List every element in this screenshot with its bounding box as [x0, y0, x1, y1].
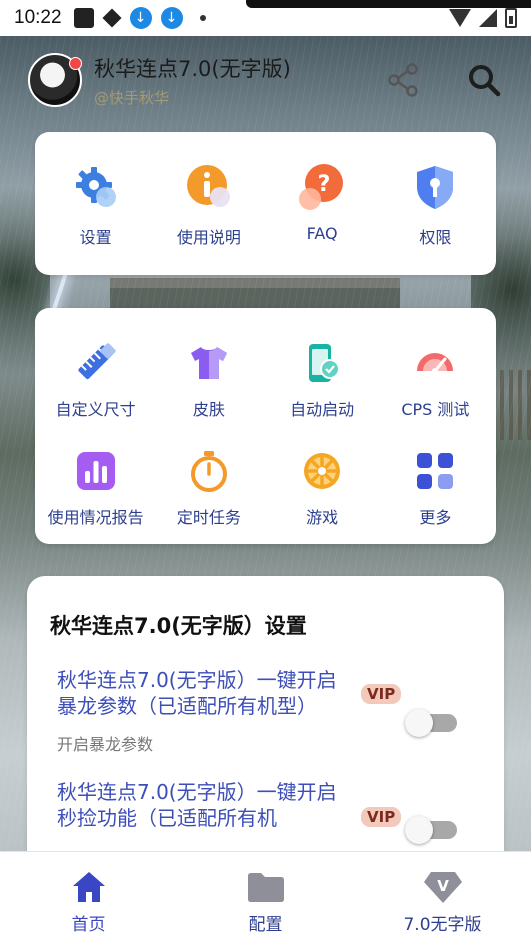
notification-dot [69, 57, 82, 70]
timer-icon [184, 446, 234, 496]
svg-text:?: ? [318, 172, 331, 197]
settings-button[interactable]: 设置 [39, 162, 152, 248]
auto-start-button[interactable]: 自动启动 [266, 338, 379, 420]
shield-icon [410, 162, 460, 212]
search-icon[interactable] [467, 63, 501, 97]
faq-icon: ? [297, 162, 347, 212]
share-icon[interactable] [387, 63, 421, 97]
home-icon [72, 872, 105, 902]
permissions-button[interactable]: 权限 [379, 162, 492, 248]
scheduled-task-button[interactable]: 定时任务 [152, 446, 265, 528]
skin-label: 皮肤 [192, 400, 225, 419]
game-button[interactable]: 游戏 [266, 446, 379, 528]
folder-icon [247, 873, 284, 902]
option-description: 开启暴龙参数 [57, 735, 154, 754]
vip-badge: VIP [361, 684, 402, 704]
wifi-icon [449, 9, 471, 27]
tools-card: 自定义尺寸 皮肤 自动启动 CPS 测试 使用情况报告 定时任务 游戏 更多 [35, 308, 496, 544]
cps-test-button[interactable]: CPS 测试 [379, 338, 492, 420]
settings-label: 设置 [79, 228, 112, 247]
app-title: 秋华连点7.0(无字版) [94, 56, 291, 81]
nav-vip-label: 7.0无字版 [403, 915, 482, 935]
permissions-label: 权限 [419, 228, 452, 247]
avatar[interactable] [28, 53, 82, 107]
scheduled-task-label: 定时任务 [176, 508, 241, 527]
quick-actions-card: 设置 使用说明 ? FAQ 权限 [35, 132, 496, 275]
custom-size-button[interactable]: 自定义尺寸 [39, 338, 152, 420]
toggle-knob [405, 816, 433, 844]
shirt-icon [184, 338, 234, 388]
phone-icon [297, 338, 347, 388]
download-icon: ↓ [129, 7, 152, 29]
status-time: 10:22 [14, 7, 62, 28]
option-toggle[interactable] [405, 709, 457, 737]
gauge-icon [410, 338, 460, 388]
option-text: 秋华连点7.0(无字版）一键开启秒捡功能（已适配所有机 [57, 780, 337, 830]
download-icon: ↓ [160, 7, 183, 29]
option-dragon-params: 秋华连点7.0(无字版）一键开启暴龙参数（已适配所有机型） VIP 开启暴龙参数 [27, 667, 504, 755]
more-icon [410, 446, 460, 496]
option-quick-pickup: 秋华连点7.0(无字版）一键开启秒捡功能（已适配所有机 VIP [27, 779, 504, 844]
more-label: 更多 [419, 508, 452, 527]
battery-icon [505, 8, 517, 28]
svg-text:V: V [437, 877, 449, 895]
toggle-knob [405, 709, 433, 737]
nav-config-label: 配置 [248, 915, 283, 935]
faq-button[interactable]: ? FAQ [266, 162, 379, 248]
notification-app-icon [73, 8, 94, 28]
vip-badge: VIP [361, 807, 402, 827]
app-header: 秋华连点7.0(无字版) @快手秋华 [28, 48, 503, 112]
manual-label: 使用说明 [176, 228, 241, 247]
cps-test-label: CPS 测试 [401, 400, 470, 419]
more-notifications-icon [199, 15, 206, 21]
nav-vip[interactable]: V 7.0无字版 [354, 852, 531, 944]
notification-app2-icon [102, 8, 122, 28]
nav-home[interactable]: 首页 [0, 852, 177, 944]
status-bar-notch [246, 0, 531, 8]
vip-diamond-icon: V [423, 872, 462, 903]
settings-icon [71, 162, 121, 212]
more-button[interactable]: 更多 [379, 446, 492, 528]
ruler-icon [71, 338, 121, 388]
faq-label: FAQ [306, 224, 338, 243]
app-subtitle: @快手秋华 [94, 88, 170, 107]
option-toggle[interactable] [405, 816, 457, 844]
option-text: 秋华连点7.0(无字版）一键开启暴龙参数（已适配所有机型） [57, 668, 337, 718]
settings-card: 秋华连点7.0(无字版）设置 秋华连点7.0(无字版）一键开启暴龙参数（已适配所… [27, 576, 504, 876]
usage-report-button[interactable]: 使用情况报告 [39, 446, 152, 528]
report-icon [71, 446, 121, 496]
settings-card-title: 秋华连点7.0(无字版）设置 [50, 614, 307, 638]
nav-home-label: 首页 [71, 915, 106, 935]
auto-start-label: 自动启动 [290, 400, 355, 419]
usage-report-label: 使用情况报告 [47, 508, 144, 527]
skin-button[interactable]: 皮肤 [152, 338, 265, 420]
status-bar: 10:22 ↓ ↓ [0, 0, 531, 36]
custom-size-label: 自定义尺寸 [55, 400, 136, 419]
signal-icon [479, 9, 497, 27]
game-label: 游戏 [306, 508, 339, 527]
bottom-navigation: 首页 配置 V 7.0无字版 [0, 851, 531, 944]
nav-config[interactable]: 配置 [177, 852, 354, 944]
manual-button[interactable]: 使用说明 [152, 162, 265, 248]
info-icon [184, 162, 234, 212]
game-icon [297, 446, 347, 496]
